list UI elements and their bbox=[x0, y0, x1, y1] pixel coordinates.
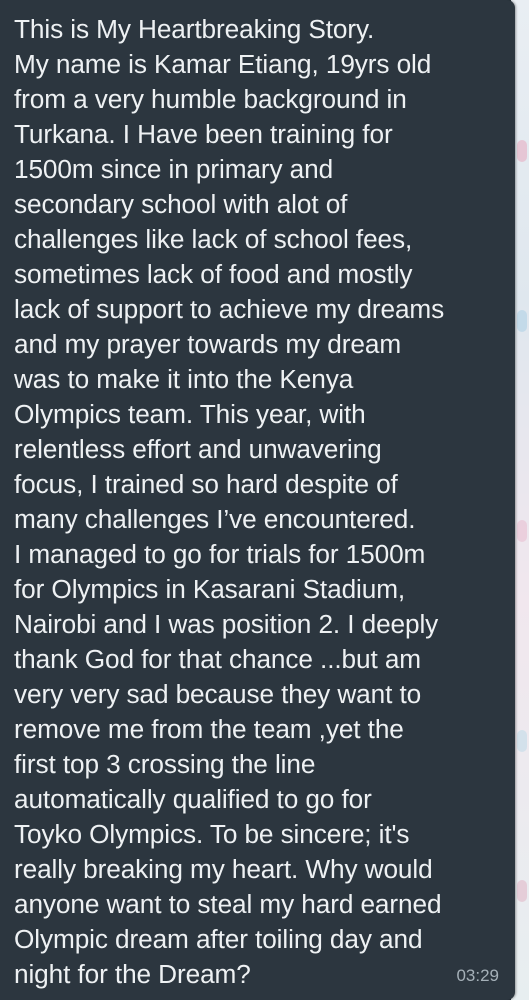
wallpaper-doodle bbox=[517, 140, 527, 162]
chat-screen: This is My Heartbreaking Story. My name … bbox=[0, 0, 529, 1000]
message-bubble[interactable]: This is My Heartbreaking Story. My name … bbox=[0, 0, 515, 1000]
wallpaper-doodle bbox=[517, 730, 527, 752]
wallpaper-doodle bbox=[517, 310, 527, 332]
wallpaper-doodle bbox=[517, 520, 527, 542]
wallpaper-doodle bbox=[517, 880, 527, 902]
message-timestamp: 03:29 bbox=[456, 966, 499, 985]
message-text: This is My Heartbreaking Story. My name … bbox=[14, 14, 445, 989]
